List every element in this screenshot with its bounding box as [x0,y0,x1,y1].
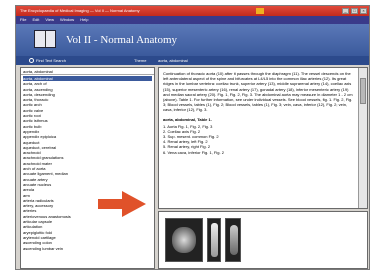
window-controls: _ □ × [342,8,367,14]
figure-list-item[interactable]: 6. Vena cava, inferior Fig. 1, Fig. 2 [163,150,353,155]
image-thumbnail-1[interactable] [165,218,203,262]
book-icon [34,30,56,48]
article-paragraph: Continuation of thoracic aorta (10) afte… [163,71,353,113]
article-scrollbar[interactable] [358,68,367,208]
volume-title: Vol II - Normal Anatomy [66,34,178,46]
menu-help[interactable]: Help [80,16,88,24]
article-subheading: aorta, abdominal, Table 1. [163,116,212,122]
thumbnail-strip [158,211,368,269]
scroll-thumb[interactable] [360,78,366,104]
theme-button[interactable]: Theme [134,56,146,65]
term-search-input[interactable] [21,68,154,75]
title-badge [256,8,264,14]
title-bar[interactable]: The Encyclopaedia of Medical Imaging — V… [16,6,369,16]
app-window: The Encyclopaedia of Medical Imaging — V… [15,5,370,270]
menu-view[interactable]: View [45,16,54,24]
minimize-button[interactable]: _ [342,8,349,14]
maximize-button[interactable]: □ [351,8,358,14]
arrow-icon [98,191,146,217]
image-thumbnail-2[interactable] [207,218,221,262]
figure-list: 1. Aorta Fig. 1, Fig. 2, Fig. 3 2. Coelia… [163,124,353,155]
window-title: The Encyclopaedia of Medical Imaging — V… [20,8,140,13]
entry-title: aorta, abdominal [158,58,188,63]
close-button[interactable]: × [360,8,367,14]
menu-bar: File Edit View Window Help [16,16,369,24]
article-panel: Continuation of thoracic aorta (10) afte… [158,67,368,209]
term-list: aorta, abdominal aorta, arch of aorta, asc… [21,75,154,252]
image-thumbnail-3[interactable] [225,218,241,262]
volume-header: Vol II - Normal Anatomy [16,24,369,56]
find-text-search-button[interactable]: Find Text Search [36,56,66,65]
menu-window[interactable]: Window [60,16,74,24]
term-list-item[interactable]: ascending lumbar vein [23,246,152,251]
toolbar: Find Text Search Theme aorta, abdominal [16,56,369,65]
search-icon[interactable] [29,58,34,63]
menu-edit[interactable]: Edit [32,16,39,24]
menu-file[interactable]: File [20,16,26,24]
term-index-panel: aorta, abdominalaorta, arch ofaorta, asc… [20,67,155,269]
